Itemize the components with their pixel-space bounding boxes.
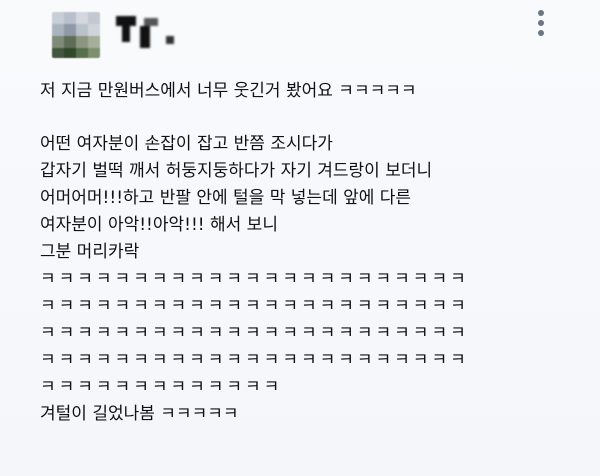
story-line: 여자분이 아악!!아악!!! 해서 보니 [40,215,278,235]
laugh-line: ㅋㅋㅋㅋㅋㅋㅋㅋㅋㅋㅋㅋㅋㅋㅋㅋㅋㅋㅋㅋㅋㅋㅋ [40,323,469,343]
avatar[interactable] [52,12,100,58]
more-dot [538,30,544,36]
story-line: 어머어머!!!하고 반팔 안에 털을 막 넣는데 앞에 다른 [40,188,412,208]
post-closing: 겨털이 길었나봄 ㅋㅋㅋㅋㅋ [40,404,239,424]
post-body: 저 지금 만원버스에서 너무 웃긴거 봤어요 ㅋㅋㅋㅋㅋ 어떤 여자분이 손잡이… [40,78,590,428]
laugh-line: ㅋㅋㅋㅋㅋㅋㅋㅋㅋㅋㅋㅋㅋㅋㅋㅋㅋㅋㅋㅋㅋㅋㅋ [40,296,469,316]
laugh-line: ㅋㅋㅋㅋㅋㅋㅋㅋㅋㅋㅋㅋㅋㅋㅋㅋㅋㅋㅋㅋㅋㅋㅋ [40,350,469,370]
author-name[interactable] [116,12,186,54]
more-dot [538,20,544,26]
laugh-line: ㅋㅋㅋㅋㅋㅋㅋㅋㅋㅋㅋㅋㅋㅋㅋㅋㅋㅋㅋㅋㅋㅋㅋ [40,269,469,289]
more-dot [538,10,544,16]
laugh-line: ㅋㅋㅋㅋㅋㅋㅋㅋㅋㅋㅋㅋㅋ [40,377,283,397]
story-line: 어떤 여자분이 손잡이 잡고 반쯤 조시다가 [40,134,333,154]
post-card: 저 지금 만원버스에서 너무 웃긴거 봤어요 ㅋㅋㅋㅋㅋ 어떤 여자분이 손잡이… [0,0,600,476]
post-header [0,0,600,60]
post-intro: 저 지금 만원버스에서 너무 웃긴거 봤어요 ㅋㅋㅋㅋㅋ [40,81,417,101]
story-line: 갑자기 벌떡 깨서 허둥지둥하다가 자기 겨드랑이 보더니 [40,161,433,181]
story-line: 그분 머리카락 [40,242,140,262]
more-vertical-icon[interactable] [532,8,550,38]
